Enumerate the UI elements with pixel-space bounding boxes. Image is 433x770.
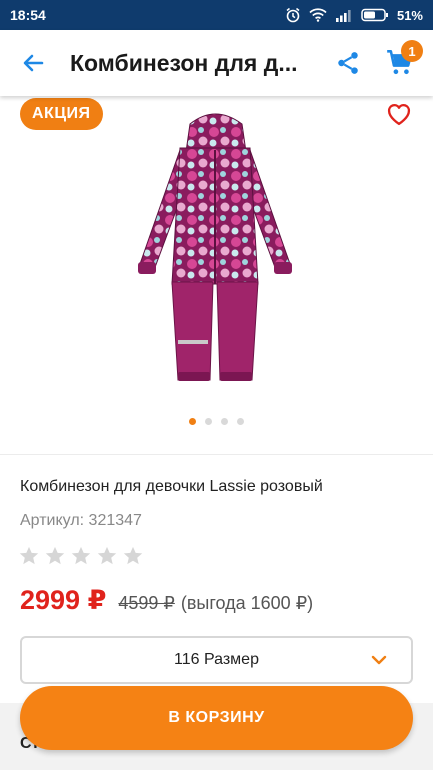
share-button[interactable] <box>323 30 373 96</box>
wifi-icon <box>309 8 327 22</box>
heart-icon <box>387 104 411 126</box>
size-dropdown-value: 116 Размер <box>174 651 259 668</box>
gallery-dot[interactable] <box>189 418 196 425</box>
chevron-down-icon <box>371 655 387 665</box>
alarm-icon <box>285 7 301 23</box>
status-icons: 51% <box>285 7 423 23</box>
product-gallery[interactable]: АКЦИЯ <box>0 96 433 454</box>
price-benefit: (выгода 1600 ₽) <box>180 593 314 613</box>
star-icon <box>123 546 143 565</box>
product-article: Артикул: 321347 <box>20 512 142 529</box>
app-bar: Комбинезон для д... 1 <box>0 30 433 96</box>
gallery-dot[interactable] <box>237 418 244 425</box>
add-to-cart-button[interactable]: В КОРЗИНУ <box>20 686 413 750</box>
gallery-dot[interactable] <box>205 418 212 425</box>
cart-button[interactable]: 1 <box>373 30 427 96</box>
rating-stars <box>18 545 144 567</box>
price-block: 2999 ₽ 4599 ₽ (выгода 1600 ₽) <box>20 585 313 616</box>
share-icon <box>338 52 358 74</box>
product-name: Комбинезон для девочки Lassie розовый <box>20 478 323 495</box>
star-icon <box>71 546 91 565</box>
price-current: 2999 ₽ <box>20 585 107 615</box>
status-bar: 18:54 51% <box>0 0 433 30</box>
gallery-dot[interactable] <box>221 418 228 425</box>
star-icon <box>19 546 39 565</box>
divider <box>0 454 433 455</box>
page-title: Комбинезон для д... <box>70 49 298 76</box>
status-time: 18:54 <box>10 7 46 23</box>
signal-icon <box>335 8 353 22</box>
cart-count-badge: 1 <box>401 40 423 62</box>
sale-badge: АКЦИЯ <box>20 98 103 130</box>
star-icon <box>45 546 65 565</box>
battery-icon <box>361 8 389 22</box>
size-dropdown[interactable]: 116 Размер <box>20 636 413 684</box>
product-image[interactable] <box>120 104 310 394</box>
back-button[interactable] <box>0 30 66 96</box>
favorite-button[interactable] <box>385 100 413 128</box>
back-arrow-icon <box>23 54 44 72</box>
star-icon <box>97 546 117 565</box>
price-old: 4599 ₽ <box>118 593 175 613</box>
gallery-pagination <box>0 418 433 425</box>
battery-percent: 51% <box>396 7 423 23</box>
